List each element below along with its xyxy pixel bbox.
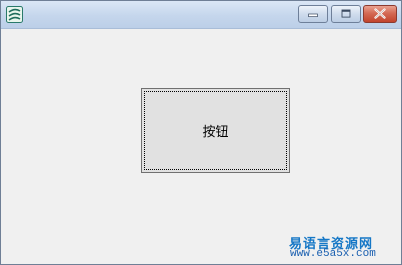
title-bar[interactable] [1,1,401,29]
maximize-button[interactable] [331,5,361,23]
minimize-button[interactable] [298,5,328,23]
app-icon [6,6,23,23]
main-button[interactable]: 按钮 [141,88,290,173]
maximize-icon [341,9,351,18]
minimize-icon [308,13,318,18]
watermark-url: www.e5a5x.com [290,248,376,260]
close-icon [374,8,386,19]
close-button[interactable] [363,5,397,23]
application-window: 按钮 易语言资源网 www.e5a5x.com [0,0,402,265]
